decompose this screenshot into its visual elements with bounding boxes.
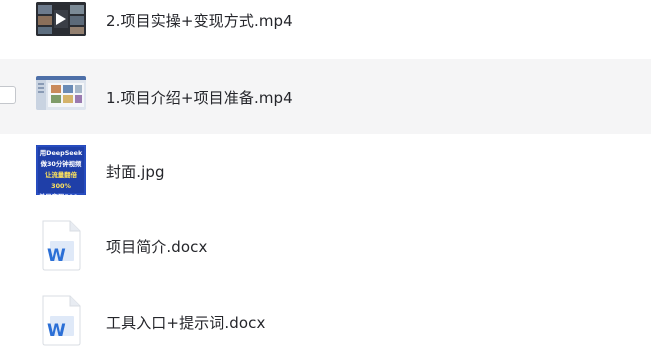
file-row[interactable]: W 工具入口+提示词.docx xyxy=(0,284,651,356)
file-name: 2.项目实操+变现方式.mp4 xyxy=(106,12,293,30)
word-letter: W xyxy=(47,246,66,266)
file-name: 工具入口+提示词.docx xyxy=(106,314,266,332)
play-icon xyxy=(56,13,66,25)
video-frame xyxy=(36,2,86,36)
file-name: 项目简介.docx xyxy=(106,238,208,256)
video-frame xyxy=(36,76,86,110)
cover-line: 单日变现500+ xyxy=(38,193,84,201)
cover-line: 用DeepSeek xyxy=(39,149,83,157)
file-name: 封面.jpg xyxy=(106,163,165,181)
file-row[interactable]: W 项目简介.docx xyxy=(0,209,651,284)
file-row[interactable]: 2.项目实操+变现方式.mp4 xyxy=(0,0,651,57)
file-row[interactable]: 1.项目介绍+项目准备.mp4 xyxy=(0,59,651,134)
video-frame-art xyxy=(36,76,86,110)
video-thumbnail xyxy=(36,72,86,122)
row-checkbox[interactable] xyxy=(0,86,16,104)
cover-line: 做30分钟视频 xyxy=(40,160,82,168)
video-thumbnail xyxy=(36,2,86,52)
word-document-icon: W xyxy=(36,294,86,346)
image-thumbnail: 用DeepSeek 做30分钟视频 让流量翻倍300% 单日变现500+ xyxy=(36,145,86,201)
cover-text: 用DeepSeek 做30分钟视频 让流量翻倍300% 单日变现500+ xyxy=(36,148,86,203)
file-row[interactable]: 用DeepSeek 做30分钟视频 让流量翻倍300% 单日变现500+ 封面.… xyxy=(0,134,651,209)
file-list: 2.项目实操+变现方式.mp4 1.项目介绍+项目准备.mp4 用DeepSee… xyxy=(0,0,651,356)
word-document-icon: W xyxy=(36,219,86,271)
word-letter: W xyxy=(47,321,66,341)
file-name: 1.项目介绍+项目准备.mp4 xyxy=(106,89,293,107)
cover-line: 让流量翻倍300% xyxy=(45,171,77,190)
